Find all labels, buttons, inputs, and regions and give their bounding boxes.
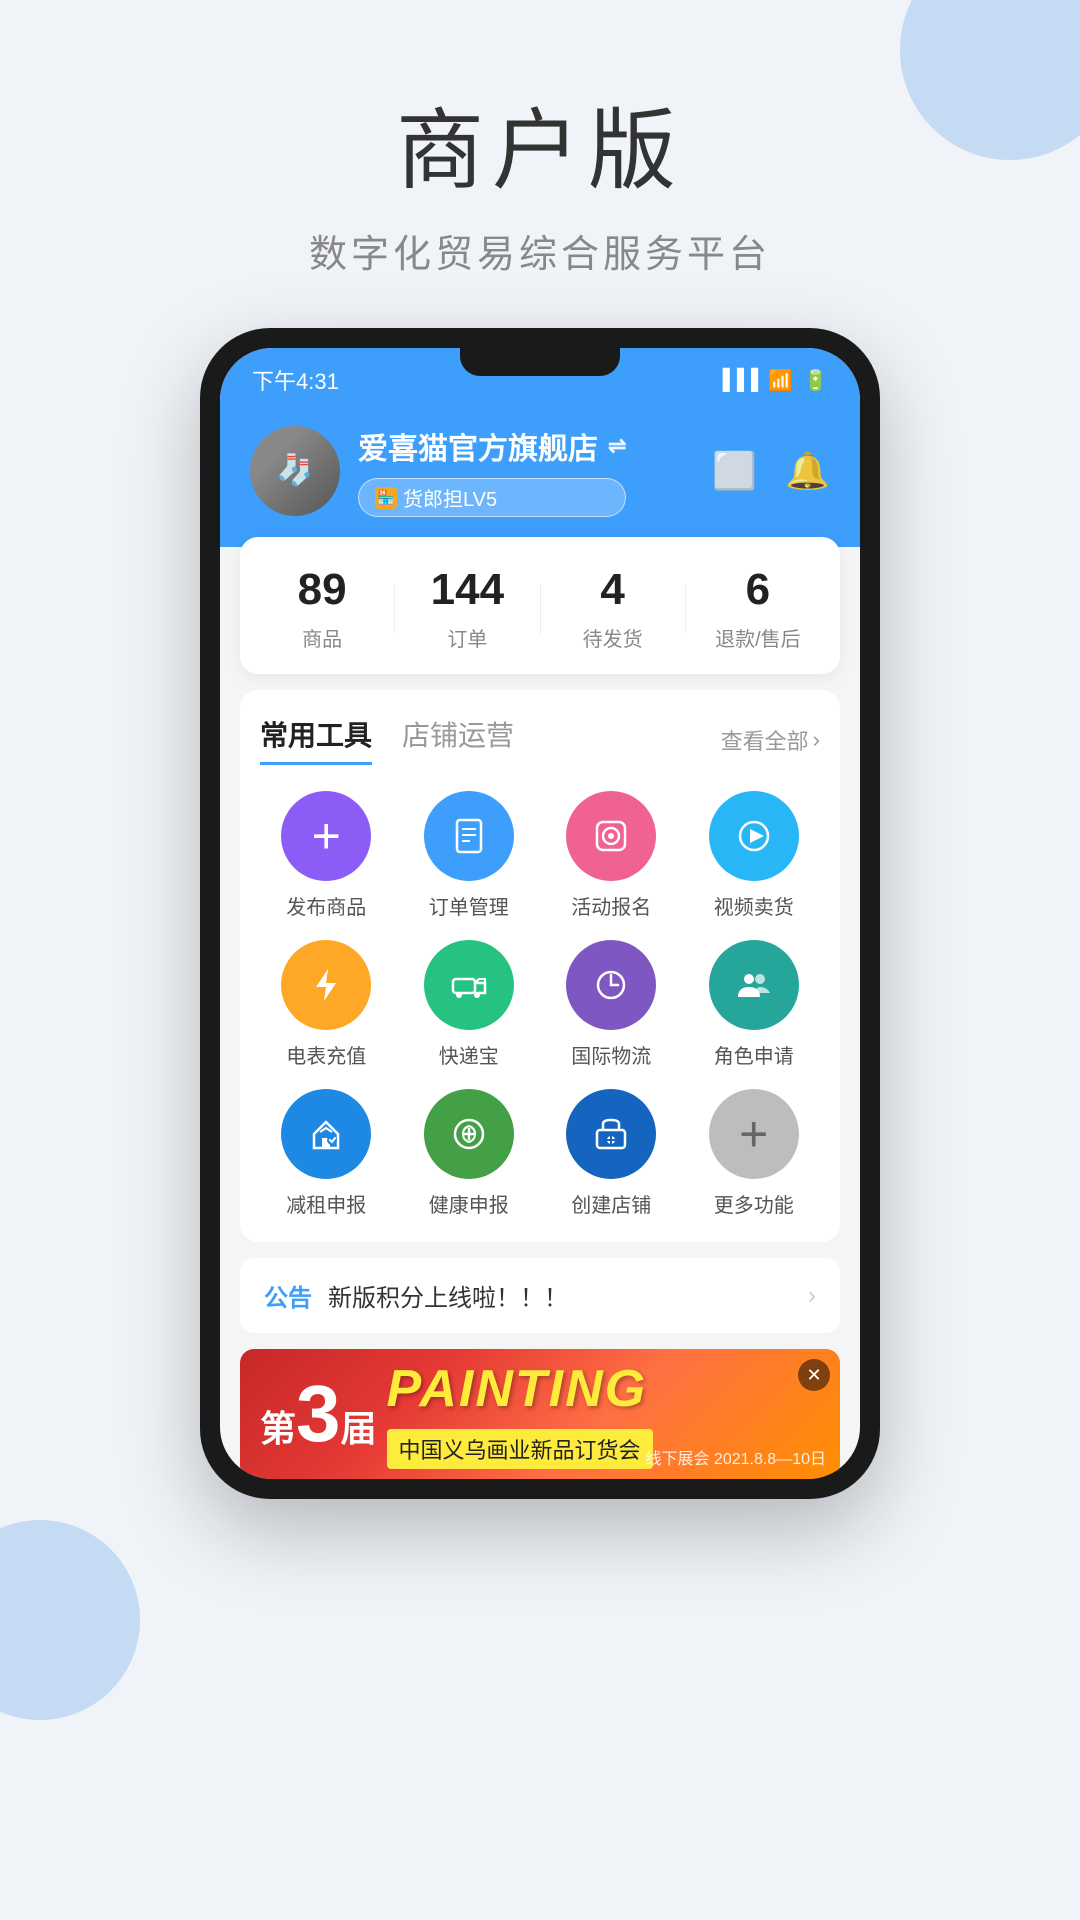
stat-goods-num: 89	[298, 565, 347, 615]
tool-role[interactable]: 角色申请	[688, 940, 821, 1069]
tool-publish-label: 发布商品	[286, 891, 366, 920]
notice-text: 新版积分上线啦！！！	[328, 1278, 792, 1313]
tool-publish[interactable]: + 发布商品	[260, 791, 393, 920]
tool-health-label: 健康申报	[429, 1189, 509, 1218]
tool-logistics[interactable]: 国际物流	[545, 940, 678, 1069]
tool-express-icon	[424, 940, 514, 1030]
stat-refund-num: 6	[746, 565, 770, 615]
switch-icon[interactable]: ⇌	[608, 433, 626, 459]
tool-activity-label: 活动报名	[571, 891, 651, 920]
stat-orders-num: 144	[431, 565, 504, 615]
phone-mockup: 下午4:31 ▐▐▐ 📶 🔋 🧦 爱喜猫官方旗	[200, 328, 880, 1499]
bg-circle-bottom	[0, 1520, 140, 1720]
wifi-icon: 📶	[768, 368, 793, 393]
tool-logistics-label: 国际物流	[571, 1040, 651, 1069]
tool-electric-label: 电表充值	[286, 1040, 366, 1069]
tool-order-icon	[424, 791, 514, 881]
tabs-left: 常用工具 店铺运营	[260, 714, 514, 765]
avatar: 🧦	[250, 426, 340, 516]
store-info: 🧦 爱喜猫官方旗舰店 ⇌ 🏪 货郎担LV5	[250, 424, 830, 517]
phone-container: 下午4:31 ▐▐▐ 📶 🔋 🧦 爱喜猫官方旗	[0, 328, 1080, 1499]
store-right: ⬜ 🔔	[712, 450, 830, 492]
tool-express-label: 快递宝	[439, 1040, 499, 1069]
banner-title: PAINTING	[387, 1359, 653, 1419]
tool-create[interactable]: 创建店铺	[545, 1089, 678, 1218]
view-all-button[interactable]: 查看全部 ›	[721, 724, 820, 756]
stats-card: 89 商品 144 订单 4 待发货 6 退款/售后	[240, 537, 840, 674]
badge-text: 货郎担LV5	[403, 483, 497, 512]
phone-screen: 下午4:31 ▐▐▐ 📶 🔋 🧦 爱喜猫官方旗	[220, 348, 860, 1479]
tool-health[interactable]: 健康申报	[403, 1089, 536, 1218]
tool-more[interactable]: + 更多功能	[688, 1089, 821, 1218]
stat-refund-label: 退款/售后	[715, 623, 801, 652]
tool-rent-label: 减租申报	[286, 1189, 366, 1218]
signal-icon: ▐▐▐	[716, 369, 759, 392]
store-left: 🧦 爱喜猫官方旗舰店 ⇌ 🏪 货郎担LV5	[250, 424, 626, 517]
battery-icon: 🔋	[803, 368, 828, 393]
tool-activity-icon	[566, 791, 656, 881]
tool-express[interactable]: 快递宝	[403, 940, 536, 1069]
chevron-right-icon: ›	[813, 727, 820, 753]
stat-goods-label: 商品	[302, 623, 342, 652]
tool-rent[interactable]: 减租申报	[260, 1089, 393, 1218]
status-icons: ▐▐▐ 📶 🔋	[716, 368, 828, 393]
stat-pending-num: 4	[600, 565, 624, 615]
tool-publish-icon: +	[281, 791, 371, 881]
tool-order-label: 订单管理	[429, 891, 509, 920]
tool-video[interactable]: 视频卖货	[688, 791, 821, 920]
tool-activity[interactable]: 活动报名	[545, 791, 678, 920]
tool-rent-icon	[281, 1089, 371, 1179]
tool-health-icon	[424, 1089, 514, 1179]
tools-section: 常用工具 店铺运营 查看全部 › + 发布商品	[240, 690, 840, 1242]
store-name-row: 爱喜猫官方旗舰店 ⇌ 🏪 货郎担LV5	[358, 424, 626, 517]
banner-num: 3	[296, 1374, 341, 1454]
status-time: 下午4:31	[252, 364, 339, 396]
tool-logistics-icon	[566, 940, 656, 1030]
scan-icon[interactable]: ⬜	[712, 450, 757, 492]
view-all-text: 查看全部	[721, 724, 809, 756]
banner[interactable]: 第 3 届 PAINTING 中国义乌画业新品订货会 ✕ 线下展会 2021.8…	[240, 1349, 840, 1479]
tool-order[interactable]: 订单管理	[403, 791, 536, 920]
tool-video-label: 视频卖货	[714, 891, 794, 920]
stat-goods[interactable]: 89 商品	[250, 565, 394, 652]
tab-store-ops[interactable]: 店铺运营	[402, 714, 514, 765]
notice-tag: 公告	[264, 1278, 312, 1313]
stat-refund[interactable]: 6 退款/售后	[686, 565, 830, 652]
phone-notch	[460, 348, 620, 376]
tool-more-label: 更多功能	[714, 1189, 794, 1218]
store-name-text: 爱喜猫官方旗舰店	[358, 424, 598, 468]
banner-close-button[interactable]: ✕	[798, 1359, 830, 1391]
tool-video-icon	[709, 791, 799, 881]
tool-create-label: 创建店铺	[571, 1189, 651, 1218]
stat-pending[interactable]: 4 待发货	[541, 565, 685, 652]
notice-bar[interactable]: 公告 新版积分上线啦！！！ ›	[240, 1258, 840, 1333]
stat-pending-label: 待发货	[583, 623, 643, 652]
banner-date: 线下展会 2021.8.8—10日	[645, 1445, 826, 1469]
tool-more-icon: +	[709, 1089, 799, 1179]
page-subtitle: 数字化贸易综合服务平台	[0, 223, 1080, 278]
tools-grid: + 发布商品 订单管理	[260, 791, 820, 1218]
bell-icon[interactable]: 🔔	[785, 450, 830, 492]
tool-role-icon	[709, 940, 799, 1030]
stat-orders[interactable]: 144 订单	[395, 565, 539, 652]
stat-orders-label: 订单	[447, 623, 487, 652]
store-name: 爱喜猫官方旗舰店 ⇌	[358, 424, 626, 468]
notice-arrow-icon: ›	[808, 1282, 816, 1310]
app-header: 🧦 爱喜猫官方旗舰店 ⇌ 🏪 货郎担LV5	[220, 404, 860, 547]
tool-create-icon	[566, 1089, 656, 1179]
tools-tabs: 常用工具 店铺运营 查看全部 ›	[260, 714, 820, 765]
banner-subtitle: 中国义乌画业新品订货会	[387, 1429, 653, 1469]
store-badge: 🏪 货郎担LV5	[358, 478, 626, 517]
tab-common-tools[interactable]: 常用工具	[260, 714, 372, 765]
tool-electric[interactable]: 电表充值	[260, 940, 393, 1069]
tool-electric-icon	[281, 940, 371, 1030]
avatar-content: 🧦	[250, 426, 340, 516]
tool-role-label: 角色申请	[714, 1040, 794, 1069]
badge-icon: 🏪	[375, 487, 397, 509]
